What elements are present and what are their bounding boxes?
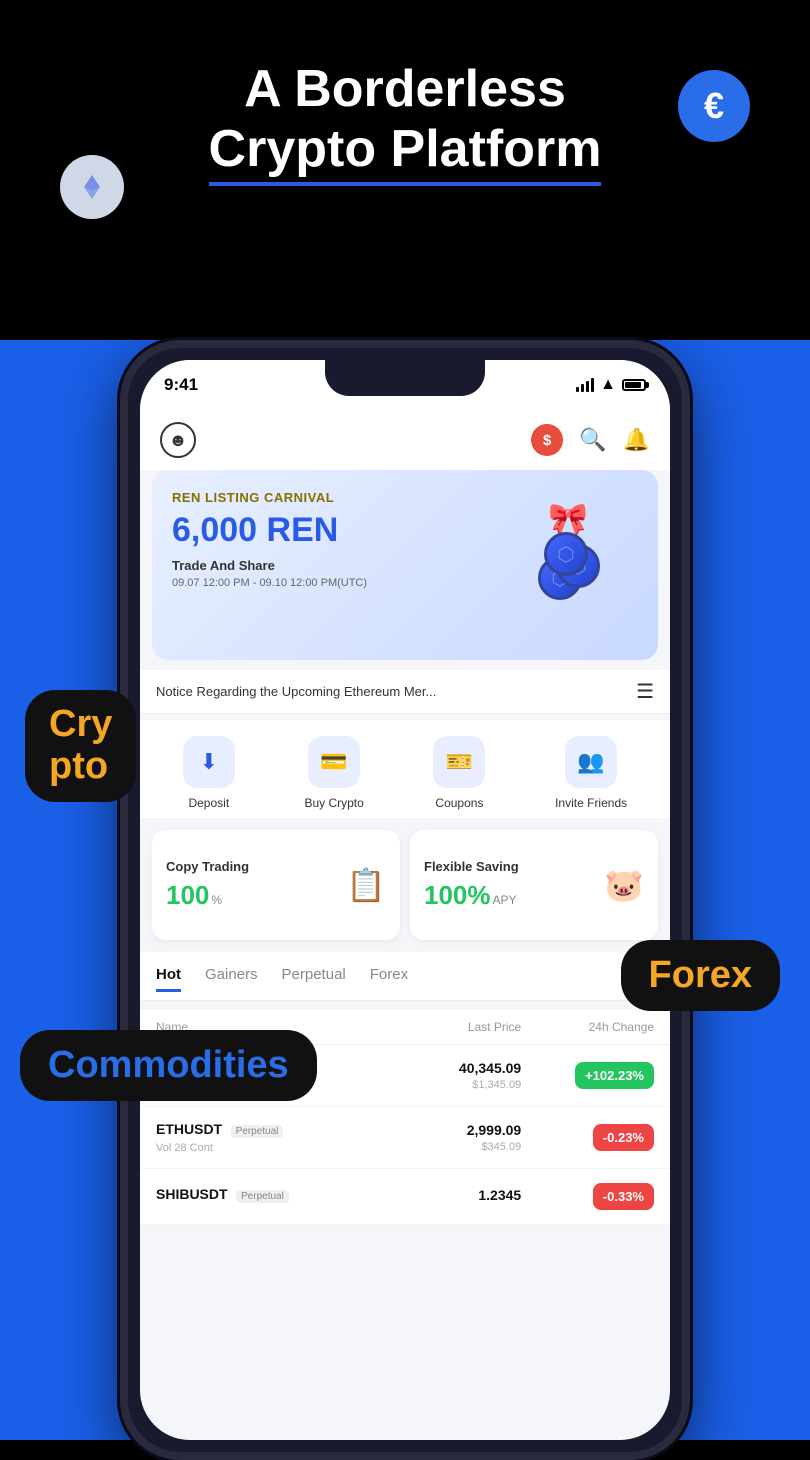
row-price: 2,999.09 $345.09 bbox=[355, 1122, 521, 1153]
buy-crypto-icon: 💳 bbox=[308, 736, 360, 788]
coin-name: ETHUSDT bbox=[156, 1121, 222, 1137]
floating-forex-label: Forex bbox=[621, 940, 780, 1011]
price-usd: $1,345.09 bbox=[355, 1079, 521, 1091]
user-avatar-button[interactable]: ☻ bbox=[160, 422, 196, 458]
banner-amount: 6,000 REN bbox=[172, 511, 518, 550]
phone-frame: 9:41 ▲ ☻ $ 🔍 🔔 bbox=[120, 340, 690, 1460]
signal-icon bbox=[576, 378, 594, 392]
wifi-icon: ▲ bbox=[600, 376, 616, 394]
flexible-saving-card[interactable]: Flexible Saving 100% APY 🐷 bbox=[410, 830, 658, 940]
battery-icon bbox=[622, 379, 646, 391]
flexible-saving-title: Flexible Saving bbox=[424, 859, 594, 874]
change-badge-up: +102.23% bbox=[575, 1062, 654, 1089]
action-deposit[interactable]: ⬇ Deposit bbox=[183, 736, 235, 810]
price-main: 40,345.09 bbox=[355, 1060, 521, 1076]
cards-row: Copy Trading 100 % 📋 Flexible Saving 100… bbox=[152, 830, 658, 940]
row-price: 1.2345 bbox=[355, 1187, 521, 1206]
coupons-label: Coupons bbox=[435, 796, 483, 810]
invite-label: Invite Friends bbox=[555, 796, 627, 810]
menu-icon[interactable]: ☰ bbox=[636, 679, 654, 704]
coin-3: ⬡ bbox=[544, 532, 588, 576]
market-tabs: Hot Gainers Perpetual Forex bbox=[140, 952, 670, 1001]
price-main: 2,999.09 bbox=[355, 1122, 521, 1138]
row-change: -0.33% bbox=[521, 1183, 654, 1210]
copy-trading-card[interactable]: Copy Trading 100 % 📋 bbox=[152, 830, 400, 940]
hero-line1: A Borderless bbox=[244, 60, 566, 118]
promo-banner[interactable]: REN LISTING CARNIVAL 6,000 REN Trade And… bbox=[152, 470, 658, 660]
status-icons: ▲ bbox=[576, 376, 646, 394]
price-main: 1.2345 bbox=[355, 1187, 521, 1203]
coin-name: SHIBUSDT bbox=[156, 1186, 228, 1202]
action-coupons[interactable]: 🎫 Coupons bbox=[433, 736, 485, 810]
phone-screen: 9:41 ▲ ☻ $ 🔍 🔔 bbox=[140, 360, 670, 1440]
hero-line2: Crypto Platform bbox=[209, 120, 602, 186]
buy-crypto-label: Buy Crypto bbox=[304, 796, 363, 810]
tab-gainers[interactable]: Gainers bbox=[205, 966, 258, 992]
invite-icon: 👥 bbox=[565, 736, 617, 788]
table-row[interactable]: ETHUSDT Perpetual Vol 28 Cont 2,999.09 $… bbox=[140, 1107, 670, 1169]
banner-text: REN LISTING CARNIVAL 6,000 REN Trade And… bbox=[172, 490, 518, 589]
bell-icon[interactable]: 🔔 bbox=[623, 427, 650, 453]
floating-commodities-label: Commodities bbox=[20, 1030, 317, 1101]
copy-trading-value: 100 bbox=[166, 880, 209, 911]
flexible-saving-icon: 🐷 bbox=[604, 866, 644, 904]
tab-forex[interactable]: Forex bbox=[370, 966, 408, 992]
action-buy-crypto[interactable]: 💳 Buy Crypto bbox=[304, 736, 363, 810]
banner-desc: Trade And Share bbox=[172, 558, 518, 573]
app-header: ☻ $ 🔍 🔔 bbox=[140, 410, 670, 470]
tab-list: Hot Gainers Perpetual Forex bbox=[156, 966, 654, 992]
header-right: $ 🔍 🔔 bbox=[531, 424, 650, 456]
table-row[interactable]: SHIBUSDT Perpetual 1.2345 -0.33% bbox=[140, 1169, 670, 1225]
row-price: 40,345.09 $1,345.09 bbox=[355, 1060, 521, 1091]
th-change: 24h Change bbox=[521, 1020, 654, 1034]
row-change: -0.23% bbox=[521, 1124, 654, 1151]
notice-bar: Notice Regarding the Upcoming Ethereum M… bbox=[140, 670, 670, 714]
eth-badge bbox=[60, 155, 124, 219]
coin-badge: Perpetual bbox=[231, 1125, 284, 1138]
search-icon[interactable]: 🔍 bbox=[579, 427, 606, 453]
banner-date: 09.07 12:00 PM - 09.10 12:00 PM(UTC) bbox=[172, 577, 518, 589]
status-time: 9:41 bbox=[164, 375, 198, 395]
coin-badge: Perpetual bbox=[236, 1190, 289, 1203]
coin-stack: 🎀 ⬡ ⬡ ⬡ bbox=[538, 520, 618, 600]
notice-text: Notice Regarding the Upcoming Ethereum M… bbox=[156, 684, 624, 699]
change-badge-down: -0.23% bbox=[593, 1124, 654, 1151]
tab-hot[interactable]: Hot bbox=[156, 966, 181, 992]
coupons-icon: 🎫 bbox=[433, 736, 485, 788]
banner-subtitle: REN LISTING CARNIVAL bbox=[172, 490, 518, 505]
copy-trading-unit: % bbox=[211, 893, 222, 907]
euro-badge: € bbox=[678, 70, 750, 142]
copy-trading-icon: 📋 bbox=[346, 866, 386, 904]
row-change: +102.23% bbox=[521, 1062, 654, 1089]
floating-crypto-label: Crypto bbox=[25, 690, 136, 802]
phone-notch bbox=[325, 360, 485, 396]
coin-vol: Vol 28 Cont bbox=[156, 1142, 355, 1154]
dollar-badge[interactable]: $ bbox=[531, 424, 563, 456]
row-name: ETHUSDT Perpetual Vol 28 Cont bbox=[156, 1121, 355, 1154]
action-invite-friends[interactable]: 👥 Invite Friends bbox=[555, 736, 627, 810]
banner-image: 🎀 ⬡ ⬡ ⬡ bbox=[518, 490, 638, 630]
th-price: Last Price bbox=[355, 1020, 521, 1034]
user-icon: ☻ bbox=[169, 430, 188, 451]
flexible-saving-unit: APY bbox=[493, 893, 517, 907]
price-usd: $345.09 bbox=[355, 1141, 521, 1153]
deposit-label: Deposit bbox=[188, 796, 229, 810]
change-badge-down: -0.33% bbox=[593, 1183, 654, 1210]
flexible-saving-value: 100% bbox=[424, 880, 491, 911]
row-name: SHIBUSDT Perpetual bbox=[156, 1186, 355, 1207]
tab-perpetual[interactable]: Perpetual bbox=[282, 966, 346, 992]
deposit-icon: ⬇ bbox=[183, 736, 235, 788]
copy-trading-title: Copy Trading bbox=[166, 859, 336, 874]
quick-actions: ⬇ Deposit 💳 Buy Crypto 🎫 Coupons 👥 bbox=[140, 720, 670, 818]
